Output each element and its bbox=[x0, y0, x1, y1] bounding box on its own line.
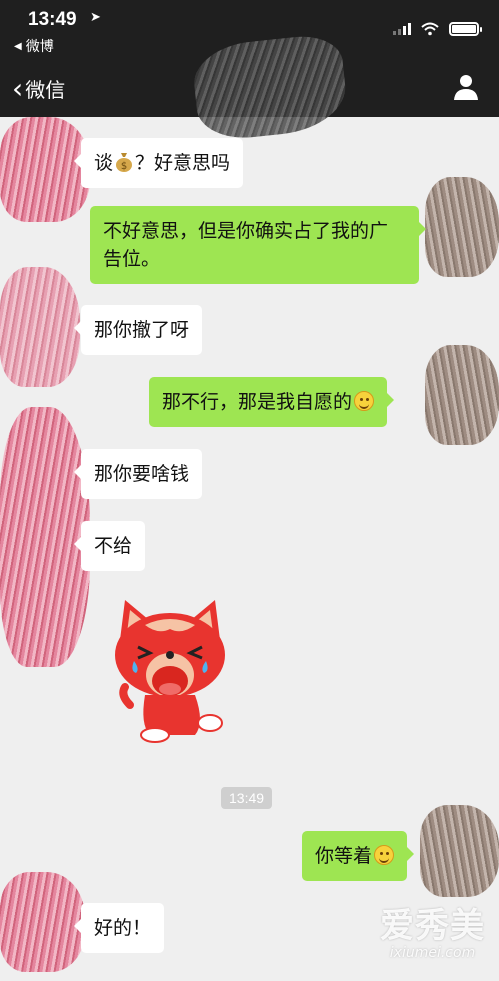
back-source-label: 微博 bbox=[25, 39, 54, 55]
message-text: 那你要啥钱 bbox=[94, 463, 190, 485]
battery-icon bbox=[449, 22, 482, 36]
wifi-icon bbox=[421, 22, 439, 36]
redaction-scribble bbox=[425, 177, 499, 277]
smile-emoji-icon bbox=[374, 845, 395, 865]
message-text: 那你撤了呀 bbox=[94, 319, 190, 341]
redaction-scribble bbox=[425, 345, 499, 445]
redaction-scribble bbox=[0, 267, 80, 387]
redaction-scribble bbox=[0, 117, 90, 222]
timestamp-divider: 13:49 bbox=[221, 787, 273, 809]
message-text: 谈 bbox=[94, 152, 114, 174]
nav-back-button[interactable]: ‹ 微信 bbox=[12, 74, 65, 103]
message-outgoing[interactable]: 你等着 bbox=[302, 831, 415, 881]
message-text: 你等着 bbox=[315, 845, 373, 867]
status-icons bbox=[393, 22, 482, 36]
profile-icon[interactable] bbox=[453, 73, 479, 101]
message-text: 好的！ bbox=[94, 917, 152, 939]
watermark-cn: 爱秀美 bbox=[380, 906, 485, 946]
redaction-scribble bbox=[420, 805, 499, 897]
back-triangle-icon: ◀ bbox=[14, 40, 22, 52]
chat-area[interactable]: 谈 $ ？好意思吗 不好意思，但是你确实占了我的广告位。 那你撤了呀 那不行，那是我… bbox=[0, 117, 499, 981]
redaction-scribble bbox=[0, 872, 85, 972]
status-time: 13:49 bbox=[28, 9, 77, 30]
message-text: 不给 bbox=[94, 535, 133, 557]
message-outgoing[interactable]: 不好意思，但是你确实占了我的广告位。 bbox=[90, 206, 426, 284]
message-text: 那不行，那是我自愿的 bbox=[162, 391, 353, 413]
back-to-app-link[interactable]: ◀ 微博 bbox=[14, 36, 54, 56]
signal-icon bbox=[393, 23, 411, 35]
smile-emoji-icon bbox=[354, 391, 375, 411]
location-arrow-icon: ➤ bbox=[90, 10, 101, 25]
message-incoming[interactable]: 不给 bbox=[73, 521, 146, 571]
message-incoming[interactable]: 谈 $ ？好意思吗 bbox=[73, 138, 244, 188]
crying-fox-sticker[interactable] bbox=[110, 595, 230, 745]
message-text: ？好意思吗 bbox=[135, 152, 231, 174]
message-incoming[interactable]: 那你要啥钱 bbox=[73, 449, 203, 499]
money-bag-icon: $ bbox=[116, 153, 133, 172]
message-text: 不好意思，但是你确实占了我的广告位。 bbox=[103, 220, 389, 270]
site-watermark: 爱秀美 ixiumei.com bbox=[380, 907, 485, 961]
svg-text:$: $ bbox=[121, 161, 127, 172]
message-incoming[interactable]: 好的！ bbox=[73, 903, 165, 953]
message-incoming[interactable]: 那你撤了呀 bbox=[73, 305, 203, 355]
watermark-en: ixiumei.com bbox=[389, 945, 476, 961]
message-outgoing[interactable]: 那不行，那是我自愿的 bbox=[149, 377, 395, 427]
nav-back-label: 微信 bbox=[25, 78, 66, 102]
chevron-left-icon: ‹ bbox=[12, 71, 24, 105]
top-header: 13:49 ➤ ◀ 微博 ‹ 微信 bbox=[0, 0, 499, 143]
